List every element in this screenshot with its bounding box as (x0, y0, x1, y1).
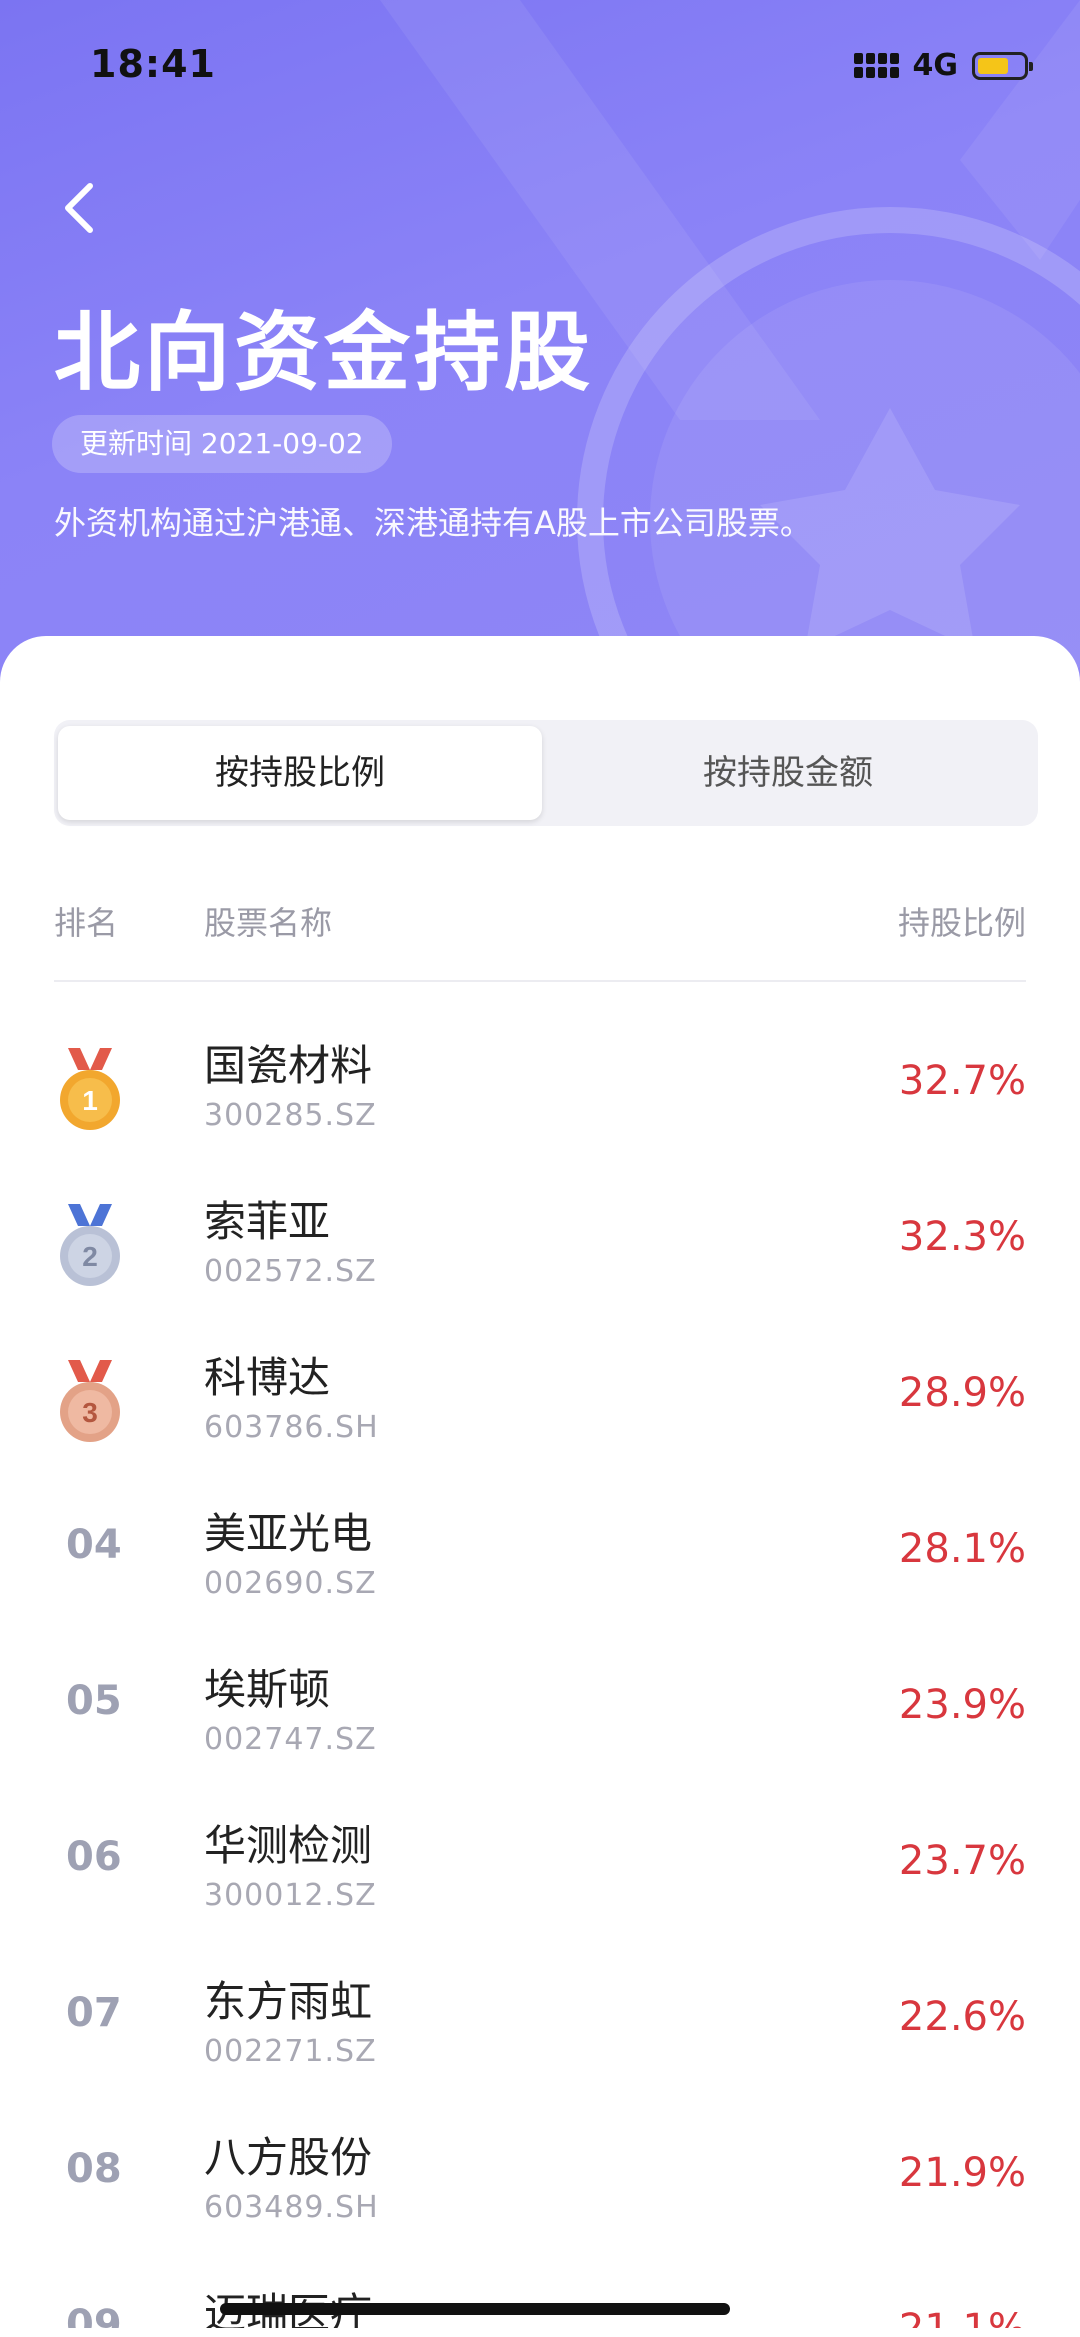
update-time-badge: 更新时间 2021-09-02 (52, 415, 392, 473)
gold-medal-icon: 1 (60, 1048, 120, 1130)
network-label: 4G (912, 48, 959, 83)
table-row[interactable]: 2 索菲亚 002572.SZ 32.3% (0, 1166, 1080, 1322)
holding-ratio: 21.1% (899, 2306, 1026, 2328)
stock-name: 索菲亚 (204, 1197, 331, 1246)
table-row[interactable]: 08 八方股份 603489.SH 21.9% (0, 2102, 1080, 2258)
holding-ratio: 23.9% (898, 1682, 1026, 1728)
table-row[interactable]: 07 东方雨虹 002271.SZ 22.6% (0, 1946, 1080, 2102)
home-indicator[interactable] (220, 2303, 730, 2315)
table-row[interactable]: 3 科博达 603786.SH 28.9% (0, 1322, 1080, 1478)
stock-code: 603489.SH (204, 2190, 379, 2225)
table-row[interactable]: 05 埃斯顿 002747.SZ 23.9% (0, 1634, 1080, 1790)
header-divider (54, 980, 1026, 982)
table-row[interactable]: 06 华测检测 300012.SZ 23.7% (0, 1790, 1080, 1946)
stock-name: 东方雨虹 (204, 1977, 373, 2026)
table-row[interactable]: 1 国瓷材料 300285.SZ 32.7% (0, 1010, 1080, 1166)
tab-by-amount[interactable]: 按持股金额 (546, 726, 1030, 820)
sort-tabs: 按持股比例 按持股金额 (54, 720, 1038, 826)
rank-number: 06 (66, 1834, 122, 1880)
header-stock-name: 股票名称 (204, 904, 333, 942)
holding-ratio: 23.7% (898, 1838, 1026, 1884)
svg-text:2: 2 (82, 1241, 98, 1272)
header-rank: 排名 (54, 904, 119, 942)
stock-name: 八方股份 (204, 2133, 373, 2182)
holding-ratio: 32.3% (898, 1214, 1026, 1260)
holding-ratio: 28.1% (898, 1526, 1026, 1572)
svg-text:1: 1 (82, 1085, 98, 1116)
rank-number: 07 (66, 1990, 122, 2036)
stock-name: 华测检测 (204, 1821, 373, 1870)
silver-medal-icon: 2 (60, 1204, 120, 1286)
page-title: 北向资金持股 (54, 303, 594, 403)
table-row[interactable]: 04 美亚光电 002690.SZ 28.1% (0, 1478, 1080, 1634)
stock-code: 002690.SZ (204, 1566, 377, 1601)
status-time: 18:41 (90, 42, 216, 86)
stock-code: 002271.SZ (204, 2034, 377, 2069)
stock-code: 002572.SZ (204, 1254, 377, 1289)
battery-icon (972, 51, 1033, 80)
holding-ratio: 22.6% (898, 1994, 1026, 2040)
stock-name: 国瓷材料 (204, 1041, 373, 1090)
stock-code: 300285.SZ (204, 1098, 377, 1133)
rank-number: 04 (66, 1522, 122, 1568)
rank-number: 05 (66, 1678, 122, 1724)
stock-name: 美亚光电 (204, 1509, 373, 1558)
stock-code: 002747.SZ (204, 1722, 377, 1757)
holding-ratio: 32.7% (898, 1058, 1026, 1104)
page-description: 外资机构通过沪港通、深港通持有A股上市公司股票。 (54, 504, 812, 542)
stock-code: 603786.SH (204, 1410, 379, 1445)
holding-ratio: 28.9% (898, 1370, 1026, 1416)
rank-number: 09 (66, 2302, 122, 2328)
table-row[interactable]: 09 迈瑞医疗 21.1% (0, 2258, 1080, 2328)
bronze-medal-icon: 3 (60, 1360, 120, 1442)
table-header: 排名 股票名称 持股比例 (0, 898, 1080, 958)
header-holding-ratio: 持股比例 (897, 904, 1026, 942)
stock-code: 300012.SZ (204, 1878, 377, 1913)
tab-by-ratio[interactable]: 按持股比例 (58, 726, 542, 820)
chevron-left-icon[interactable] (54, 178, 104, 238)
content-panel: 按持股比例 按持股金额 排名 股票名称 持股比例 1 国瓷材料 300285.S… (0, 636, 1080, 2337)
stock-name: 埃斯顿 (204, 1665, 331, 1714)
rank-number: 08 (66, 2146, 122, 2192)
holding-ratio: 21.9% (898, 2150, 1026, 2196)
status-indicators: 4G (853, 48, 1033, 83)
stock-name: 科博达 (204, 1353, 331, 1402)
signal-icon (853, 53, 899, 78)
header-banner: 18:41 4G 北向资金持股 更新时间 2021-09-02 外资机构通过沪港… (0, 0, 1080, 700)
svg-text:3: 3 (82, 1397, 98, 1428)
